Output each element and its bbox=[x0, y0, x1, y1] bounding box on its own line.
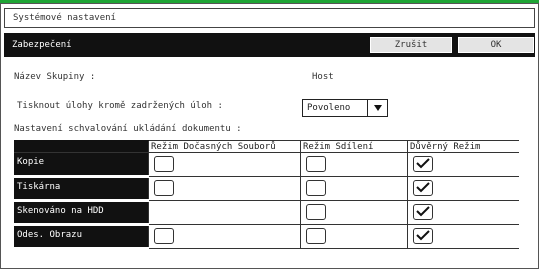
triangle-down-icon[interactable] bbox=[367, 100, 387, 116]
checkmark-icon bbox=[416, 158, 430, 169]
cell bbox=[300, 224, 408, 249]
row-label-image-send: Odes. Obrazu bbox=[14, 224, 149, 250]
row-label-copy: Kopie bbox=[14, 152, 149, 178]
checkmark-icon bbox=[416, 182, 430, 193]
col-header-temporary: Režim Dočasných Souborů bbox=[148, 140, 301, 153]
table-row: Kopie bbox=[14, 152, 519, 178]
print-jobs-dropdown-value: Povoleno bbox=[307, 103, 351, 113]
cell bbox=[148, 176, 301, 201]
cell bbox=[148, 224, 301, 249]
checkbox-printer-temporary[interactable] bbox=[154, 180, 174, 196]
cell bbox=[407, 200, 519, 225]
col-header-confidential: Důvěrný Režim bbox=[407, 140, 519, 153]
table-row: Odes. Obrazu bbox=[14, 224, 519, 250]
group-name-label: Název Skupiny : bbox=[14, 72, 96, 82]
approval-table: Režim Dočasných Souborů Režim Sdílení Dů… bbox=[14, 140, 519, 250]
checkbox-send-sharing[interactable] bbox=[306, 228, 326, 244]
table-row: Skenováno na HDD bbox=[14, 200, 519, 226]
print-jobs-dropdown[interactable]: Povoleno bbox=[302, 99, 388, 117]
checkmark-icon bbox=[416, 206, 430, 217]
checkbox-printer-confidential[interactable] bbox=[413, 180, 433, 196]
cell bbox=[407, 176, 519, 201]
print-jobs-label: Tisknout úlohy kromě zadržených úloh : bbox=[17, 101, 223, 111]
checkbox-send-confidential[interactable] bbox=[413, 228, 433, 244]
cell bbox=[407, 152, 519, 177]
section-title: Zabezpečení bbox=[12, 40, 72, 50]
checkbox-scan-confidential[interactable] bbox=[413, 204, 433, 220]
cell bbox=[148, 152, 301, 177]
table-corner bbox=[14, 140, 149, 153]
checkbox-copy-confidential[interactable] bbox=[413, 156, 433, 172]
cell bbox=[300, 152, 408, 177]
checkbox-scan-sharing[interactable] bbox=[306, 204, 326, 220]
checkbox-send-temporary[interactable] bbox=[154, 228, 174, 244]
group-name-value: Host bbox=[312, 72, 334, 82]
checkmark-icon bbox=[416, 230, 430, 241]
checkbox-printer-sharing[interactable] bbox=[306, 180, 326, 196]
cancel-button[interactable]: Zrušit bbox=[370, 37, 452, 53]
cell bbox=[407, 224, 519, 249]
approval-table-header: Režim Dočasných Souborů Režim Sdílení Dů… bbox=[14, 140, 519, 153]
table-row: Tiskárna bbox=[14, 176, 519, 202]
row-label-printer: Tiskárna bbox=[14, 176, 149, 202]
approval-settings-label: Nastavení schvalování ukládání dokumentu… bbox=[14, 124, 242, 134]
cell-empty bbox=[148, 200, 301, 225]
ok-button[interactable]: OK bbox=[458, 37, 534, 53]
checkbox-copy-temporary[interactable] bbox=[154, 156, 174, 172]
checkbox-copy-sharing[interactable] bbox=[306, 156, 326, 172]
cell bbox=[300, 200, 408, 225]
col-header-sharing: Režim Sdílení bbox=[300, 140, 408, 153]
cell bbox=[300, 176, 408, 201]
window-title: Systémové nastavení bbox=[4, 8, 535, 28]
row-label-scan-to-hdd: Skenováno na HDD bbox=[14, 200, 149, 226]
section-header: Zabezpečení bbox=[4, 33, 535, 57]
